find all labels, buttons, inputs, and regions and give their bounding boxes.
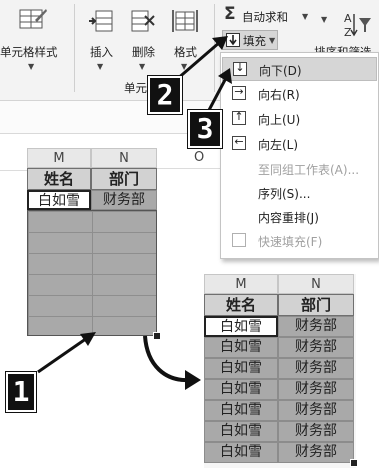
chevron-down-icon: ▼ xyxy=(302,12,309,21)
svg-text:A: A xyxy=(344,12,352,25)
flash-fill-icon xyxy=(232,233,246,247)
column-header-o[interactable]: O xyxy=(194,150,204,165)
chevron-down-icon: ▼ xyxy=(321,15,328,24)
menu-item-5[interactable]: 序列(S)... xyxy=(222,181,377,205)
autosum-button[interactable]: Σ 自动求和 ▼ xyxy=(222,4,327,26)
header-cell-name[interactable]: 姓名 xyxy=(204,294,278,316)
step-badge-2: 2 xyxy=(148,76,182,114)
filled-cell[interactable]: 财务部 xyxy=(278,337,354,358)
filled-cell[interactable]: 财务部 xyxy=(278,316,354,337)
filled-cell[interactable]: 财务部 xyxy=(278,421,354,442)
header-cell-dept[interactable]: 部门 xyxy=(91,168,157,190)
chevron-down-icon: ▼ xyxy=(269,36,276,45)
active-cell[interactable]: 白如雪 xyxy=(27,190,91,210)
fill-label: 填充 xyxy=(243,34,266,48)
menu-item-label: 向下(D) xyxy=(259,64,302,78)
fill-dropdown-menu: ↓ 向下(D) → 向右(R) ↑ 向上(U) ← 向左(L) 至同组工作表(A)... 序列(S… xyxy=(220,52,379,259)
sigma-icon: Σ xyxy=(224,4,236,24)
filled-cell[interactable]: 白如雪 xyxy=(204,379,278,400)
menu-item-label: 向上(U) xyxy=(258,113,301,127)
menu-item-0[interactable]: ↓ 向下(D) xyxy=(222,57,377,81)
menu-item-7[interactable]: 快速填充(F) xyxy=(222,229,377,253)
filled-cell[interactable]: 白如雪 xyxy=(204,442,278,463)
filled-cell[interactable]: 财务部 xyxy=(278,400,354,421)
cell-styles-label: 单元格样式 xyxy=(0,45,58,59)
chevron-down-icon: ▼ xyxy=(97,62,104,71)
filled-cell[interactable]: 白如雪 xyxy=(204,400,278,421)
cell-styles-button[interactable]: 单元格样式 ▼ xyxy=(0,6,62,71)
header-cell-dept[interactable]: 部门 xyxy=(278,294,354,316)
cell-styles-icon xyxy=(19,9,47,29)
delete-button[interactable]: 删除 ▼ xyxy=(126,6,162,71)
grid-line xyxy=(157,168,220,169)
filled-cell[interactable]: 白如雪 xyxy=(204,358,278,379)
filled-cell[interactable]: 白如雪 xyxy=(204,316,278,337)
menu-item-label: 至同组工作表(A)... xyxy=(258,163,360,177)
step-badge-3: 3 xyxy=(188,110,222,148)
filled-cell[interactable]: 财务部 xyxy=(278,442,354,463)
svg-text:Z: Z xyxy=(344,26,352,39)
insert-label: 插入 xyxy=(90,45,113,59)
menu-item-label: 快速填充(F) xyxy=(258,235,323,249)
column-header-m[interactable]: M xyxy=(204,274,278,294)
filled-cell[interactable]: 财务部 xyxy=(278,358,354,379)
menu-item-label: 内容重排(J) xyxy=(258,211,319,225)
header-cell-name[interactable]: 姓名 xyxy=(27,168,91,190)
arrow-left-icon-glyph: ← xyxy=(234,135,244,148)
menu-item-label: 向右(R) xyxy=(258,88,300,102)
filled-cell[interactable]: 白如雪 xyxy=(204,337,278,358)
sheet-before: M N O 姓名 部门 白如雪 财务部 xyxy=(0,134,220,344)
fill-handle[interactable] xyxy=(350,459,358,467)
group-separator xyxy=(74,4,75,92)
delete-cells-icon xyxy=(131,10,155,32)
menu-item-3[interactable]: ← 向左(L) xyxy=(222,132,377,156)
arrow-left-icon: ← xyxy=(232,135,246,150)
selected-range[interactable] xyxy=(27,210,157,336)
filled-cell[interactable]: 财务部 xyxy=(278,379,354,400)
menu-item-2[interactable]: ↑ 向上(U) xyxy=(222,107,377,131)
chevron-down-icon: ▼ xyxy=(139,62,146,71)
delete-label: 删除 xyxy=(132,45,155,59)
curved-arrow xyxy=(143,335,201,390)
menu-item-6[interactable]: 内容重排(J) xyxy=(222,205,377,229)
cells-group-label: 单元 xyxy=(124,81,147,95)
insert-button[interactable]: 插入 ▼ xyxy=(84,6,120,71)
sheet-after: M N 姓名 部门 白如雪 财务部 白如雪 财务部 白如雪 财务部 白如雪 财务部 白如雪 财务部… xyxy=(204,274,358,468)
selected-cell[interactable]: 财务部 xyxy=(91,190,157,210)
chevron-down-icon: ▼ xyxy=(28,62,35,71)
menu-item-label: 向左(L) xyxy=(258,138,299,152)
menu-item-1[interactable]: → 向右(R) xyxy=(222,82,377,106)
grid-line xyxy=(0,170,27,171)
step-badge-1: 1 xyxy=(6,372,36,412)
column-header-n[interactable]: N xyxy=(91,148,157,168)
annotation-arrow-1 xyxy=(37,332,96,374)
insert-cells-icon xyxy=(89,10,113,32)
menu-item-label: 序列(S)... xyxy=(258,187,311,201)
filled-cell[interactable]: 白如雪 xyxy=(204,421,278,442)
menu-item-4[interactable]: 至同组工作表(A)... xyxy=(222,157,377,181)
column-header-n[interactable]: N xyxy=(278,274,354,294)
column-header-m[interactable]: M xyxy=(27,148,91,168)
autosum-label: 自动求和 xyxy=(242,10,288,24)
sort-filter-icon: A Z xyxy=(344,12,371,39)
